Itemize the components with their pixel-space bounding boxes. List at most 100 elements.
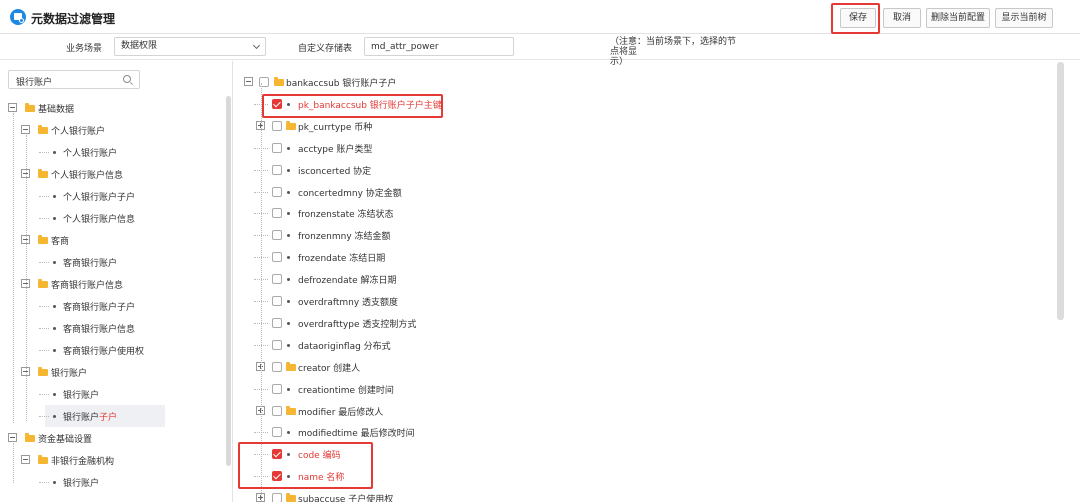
tree-leaf-item[interactable]: 个人银行账户子户 [0, 185, 226, 207]
field-leaf-item[interactable]: name 名称 [234, 465, 1034, 487]
field-leaf-item[interactable]: concertedmny 协定金额 [234, 181, 1034, 203]
field-checkbox[interactable] [272, 296, 282, 306]
field-label: overdrafttype 透支控制方式 [298, 320, 417, 330]
tree-item-label: 银行账户 [63, 479, 100, 489]
tree-folder-item[interactable]: 客商 [0, 229, 226, 251]
field-checkbox[interactable] [272, 406, 282, 416]
page-title: 元数据过滤管理 [31, 12, 116, 26]
bullet-icon [53, 349, 56, 352]
collapse-icon[interactable] [21, 125, 30, 134]
field-checkbox[interactable] [272, 449, 282, 459]
tree-item-label: 客商银行账户信息 [63, 325, 136, 335]
field-folder-item[interactable]: creator 创建人 [234, 356, 1034, 378]
tree-leaf-item[interactable]: 客商银行账户 [0, 251, 226, 273]
collapse-icon[interactable] [21, 455, 30, 464]
tree-folder-item[interactable]: 非银行金融机构 [0, 449, 226, 471]
tree-connector [39, 416, 49, 417]
field-leaf-item[interactable]: frozendate 冻结日期 [234, 246, 1034, 268]
bullet-icon [287, 431, 290, 434]
tree-item-label: 非银行金融机构 [51, 457, 115, 467]
tree-folder-item[interactable]: 个人银行账户信息 [0, 163, 226, 185]
field-checkbox[interactable] [272, 493, 282, 502]
bullet-icon [287, 322, 290, 325]
tree-folder-item[interactable]: 资金基础设置 [0, 427, 226, 449]
field-checkbox[interactable] [272, 471, 282, 481]
scene-label: 业务场景 [66, 44, 103, 54]
tree-leaf-item[interactable]: 个人银行账户信息 [0, 207, 226, 229]
field-checkbox[interactable] [272, 208, 282, 218]
field-checkbox[interactable] [272, 362, 282, 372]
field-checkbox[interactable] [272, 121, 282, 131]
tree-leaf-item[interactable]: 银行账户 [0, 471, 226, 493]
field-checkbox[interactable] [272, 274, 282, 284]
tree-item-label: 个人银行账户 [63, 149, 118, 159]
field-leaf-item[interactable]: creationtime 创建时间 [234, 378, 1034, 400]
folder-icon [25, 433, 35, 442]
folder-icon [38, 367, 48, 376]
tree-folder-item[interactable]: 客商银行账户信息 [0, 273, 226, 295]
tree-guide [13, 443, 14, 483]
tree-leaf-item[interactable]: 银行账户子户 [0, 405, 226, 427]
field-leaf-item[interactable]: defrozendate 解冻日期 [234, 268, 1034, 290]
field-leaf-item[interactable]: dataoriginflag 分布式 [234, 334, 1034, 356]
collapse-icon[interactable] [244, 77, 253, 86]
tree-folder-item[interactable]: 个人银行账户 [0, 119, 226, 141]
scene-select-value: 数据权限 [121, 41, 158, 51]
tree-guide [13, 113, 14, 423]
field-leaf-item[interactable]: modifiedtime 最后修改时间 [234, 421, 1034, 443]
tree-connector [39, 218, 49, 219]
field-leaf-item[interactable]: overdrafttype 透支控制方式 [234, 312, 1034, 334]
field-leaf-item[interactable]: fronzenmny 冻结金额 [234, 224, 1034, 246]
tree-leaf-item[interactable]: 客商银行账户子户 [0, 295, 226, 317]
field-folder-item[interactable]: pk_currtype 币种 [234, 115, 1034, 137]
field-checkbox[interactable] [272, 318, 282, 328]
tree-leaf-item[interactable]: 客商银行账户使用权 [0, 339, 226, 361]
search-icon[interactable] [123, 75, 131, 83]
collapse-icon[interactable] [8, 103, 17, 112]
tree-folder-item[interactable]: 基础数据 [0, 97, 226, 119]
field-leaf-item[interactable]: acctype 账户类型 [234, 137, 1034, 159]
scene-select[interactable]: 数据权限 [114, 37, 266, 56]
tree-search-input[interactable]: 银行账户 [8, 70, 140, 89]
tree-guide [26, 135, 27, 421]
tree-leaf-item[interactable]: 个人银行账户 [0, 141, 226, 163]
field-label: modifiedtime 最后修改时间 [298, 429, 415, 439]
tree-item-label: 个人银行账户信息 [51, 171, 124, 181]
table-input[interactable] [364, 37, 514, 56]
chevron-down-icon [252, 41, 261, 50]
collapse-icon[interactable] [8, 433, 17, 442]
right-scrollbar[interactable] [1057, 62, 1064, 320]
folder-icon [25, 103, 35, 112]
field-folder-item[interactable]: bankaccsub 银行账户子户 [234, 71, 1034, 93]
field-leaf-item[interactable]: fronzenstate 冻结状态 [234, 202, 1034, 224]
field-leaf-item[interactable]: isconcerted 协定 [234, 159, 1034, 181]
left-scrollbar[interactable] [226, 96, 231, 466]
field-folder-item[interactable]: modifier 最后修改人 [234, 400, 1034, 422]
field-checkbox[interactable] [272, 187, 282, 197]
tree-item-label: 基础数据 [38, 105, 75, 115]
field-leaf-item[interactable]: overdraftmny 透支额度 [234, 290, 1034, 312]
field-checkbox[interactable] [272, 99, 282, 109]
show-tree-button[interactable]: 显示当前树 [995, 8, 1053, 28]
tree-folder-item[interactable]: 银行账户 [0, 361, 226, 383]
tree-leaf-item[interactable]: 银行账户 [0, 383, 226, 405]
field-leaf-item[interactable]: pk_bankaccsub 银行账户子户主键 [234, 93, 1034, 115]
field-leaf-item[interactable]: code 编码 [234, 443, 1034, 465]
header: 元数据过滤管理 保存 取消 删除当前配置 显示当前树 [0, 0, 1080, 34]
save-button[interactable]: 保存 [840, 8, 876, 28]
delete-config-button[interactable]: 删除当前配置 [926, 8, 990, 28]
bullet-icon [53, 415, 56, 418]
bullet-icon [53, 217, 56, 220]
field-checkbox[interactable] [272, 143, 282, 153]
field-folder-item[interactable]: subaccuse 子户使用权 [234, 487, 1034, 502]
field-checkbox[interactable] [272, 384, 282, 394]
tree-leaf-item[interactable]: 客商银行账户信息 [0, 317, 226, 339]
field-checkbox[interactable] [272, 230, 282, 240]
app-logo-icon [10, 9, 26, 25]
bullet-icon [287, 234, 290, 237]
field-checkbox[interactable] [272, 427, 282, 437]
field-checkbox[interactable] [272, 252, 282, 262]
field-checkbox[interactable] [272, 340, 282, 350]
cancel-button[interactable]: 取消 [883, 8, 921, 28]
field-checkbox[interactable] [272, 165, 282, 175]
